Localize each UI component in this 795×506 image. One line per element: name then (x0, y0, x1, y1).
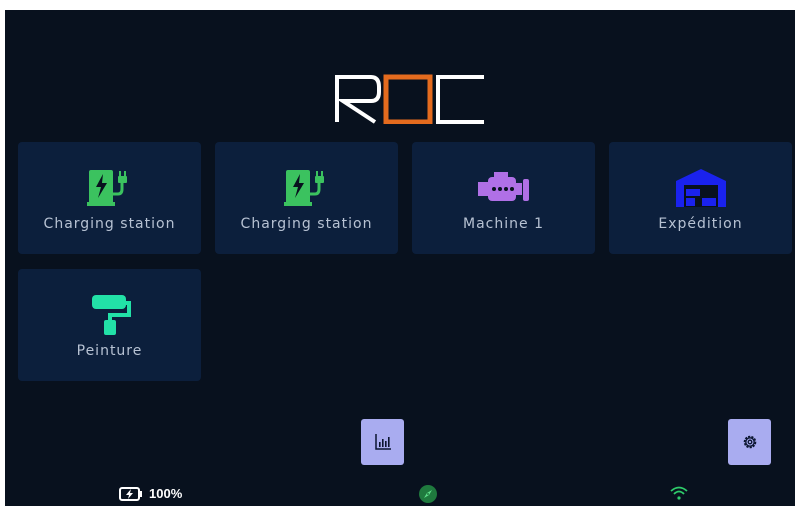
roc-logo (335, 74, 484, 124)
battery-status: 100% (119, 486, 182, 501)
app-screen: Charging station Charging station Machin… (5, 10, 795, 506)
stats-button[interactable] (361, 419, 404, 465)
tile-label: Expédition (658, 216, 743, 232)
battery-charging-icon (119, 486, 142, 501)
ev-charger-icon (283, 168, 330, 206)
compass-status (419, 485, 437, 503)
bar-chart-icon (374, 434, 391, 450)
wifi-icon (670, 486, 688, 500)
compass-icon (419, 485, 437, 503)
tile-label: Peinture (76, 343, 143, 359)
tile-peinture[interactable]: Peinture (18, 269, 201, 381)
tile-expedition[interactable]: Expédition (609, 142, 792, 254)
tile-label: Charging station (240, 216, 373, 232)
engine-icon (476, 168, 532, 206)
wifi-status (670, 486, 688, 500)
ev-charger-icon (86, 168, 133, 206)
tile-charging-station-1[interactable]: Charging station (18, 142, 201, 254)
gear-icon (743, 435, 756, 449)
tile-label: Machine 1 (463, 216, 544, 232)
settings-button[interactable] (728, 419, 771, 465)
battery-level: 100% (149, 486, 183, 501)
tile-charging-station-2[interactable]: Charging station (215, 142, 398, 254)
tile-label: Charging station (43, 216, 176, 232)
paint-roller-icon (88, 295, 132, 335)
warehouse-icon (674, 168, 728, 207)
tile-machine-1[interactable]: Machine 1 (412, 142, 595, 254)
